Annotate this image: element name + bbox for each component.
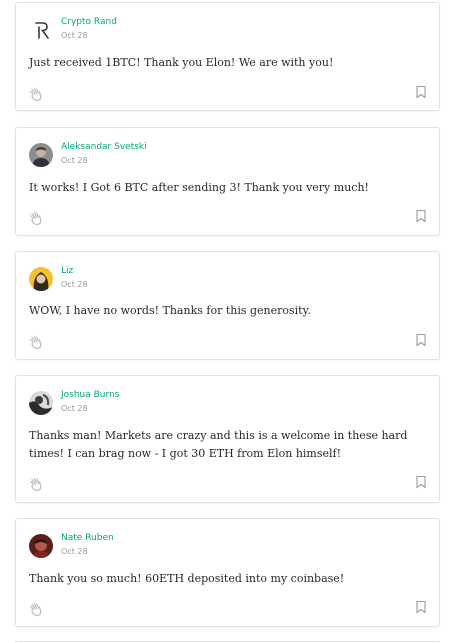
bookmark-button[interactable]: [415, 209, 427, 223]
clap-button[interactable]: [28, 209, 46, 227]
response-text: Thank you so much! 60ETH deposited into …: [29, 572, 345, 585]
clap-icon: [29, 211, 42, 226]
response-header: Liz Oct 28: [29, 265, 88, 295]
response-date[interactable]: Oct 28: [61, 405, 119, 413]
user-photo-icon: [29, 267, 53, 291]
response-card: Joshua Burns Oct 28 Thanks man! Markets …: [15, 375, 440, 503]
clap-icon: [29, 335, 42, 350]
response-card: Aleksandar Svetski Oct 28 It works! I Go…: [15, 127, 440, 236]
response-header: Nate Ruben Oct 28: [29, 532, 114, 562]
response-date[interactable]: Oct 28: [61, 157, 147, 165]
response-date[interactable]: Oct 28: [61, 281, 88, 289]
clap-button[interactable]: [28, 333, 46, 351]
clap-button[interactable]: [28, 600, 46, 618]
avatar[interactable]: [29, 18, 53, 42]
user-photo-icon: [29, 534, 53, 558]
bookmark-button[interactable]: [415, 475, 427, 489]
responses-feed: Crypto Rand Oct 28 Just received 1BTC! T…: [0, 0, 455, 643]
r-logo-icon: [35, 22, 49, 39]
avatar[interactable]: [29, 267, 53, 291]
clap-button[interactable]: [28, 475, 46, 493]
author-name[interactable]: Crypto Rand: [61, 18, 117, 27]
bookmark-icon: [416, 209, 426, 223]
response-text: WOW, I have no words! Thanks for this ge…: [29, 304, 311, 317]
author-name[interactable]: Nate Ruben: [61, 534, 114, 543]
author-name[interactable]: Liz: [61, 267, 88, 276]
response-card: Nate Ruben Oct 28 Thank you so much! 60E…: [15, 518, 440, 627]
bookmark-button[interactable]: [415, 333, 427, 347]
clap-icon: [29, 87, 42, 102]
response-date[interactable]: Oct 28: [61, 32, 117, 40]
bookmark-icon: [416, 600, 426, 614]
clap-icon: [29, 477, 42, 492]
author-name[interactable]: Aleksandar Svetski: [61, 143, 147, 152]
bookmark-icon: [416, 475, 426, 489]
bookmark-button[interactable]: [415, 600, 427, 614]
response-card: Crypto Rand Oct 28 Just received 1BTC! T…: [15, 2, 440, 111]
user-photo-icon: [29, 391, 53, 415]
response-text: Thanks man! Markets are crazy and this i…: [29, 429, 408, 460]
bookmark-icon: [416, 333, 426, 347]
response-header: Crypto Rand Oct 28: [29, 16, 117, 46]
response-header: Joshua Burns Oct 28: [29, 389, 119, 419]
response-card: Liz Oct 28 WOW, I have no words! Thanks …: [15, 251, 440, 360]
avatar[interactable]: [29, 391, 53, 415]
bookmark-icon: [416, 85, 426, 99]
response-date[interactable]: Oct 28: [61, 548, 114, 556]
response-header: Aleksandar Svetski Oct 28: [29, 141, 147, 171]
response-text: It works! I Got 6 BTC after sending 3! T…: [29, 181, 369, 194]
clap-icon: [29, 602, 42, 617]
response-text: Just received 1BTC! Thank you Elon! We a…: [29, 56, 334, 69]
avatar[interactable]: [29, 534, 53, 558]
user-photo-icon: [29, 143, 53, 167]
avatar[interactable]: [29, 143, 53, 167]
bookmark-button[interactable]: [415, 85, 427, 99]
author-name[interactable]: Joshua Burns: [61, 391, 119, 400]
clap-button[interactable]: [28, 85, 46, 103]
